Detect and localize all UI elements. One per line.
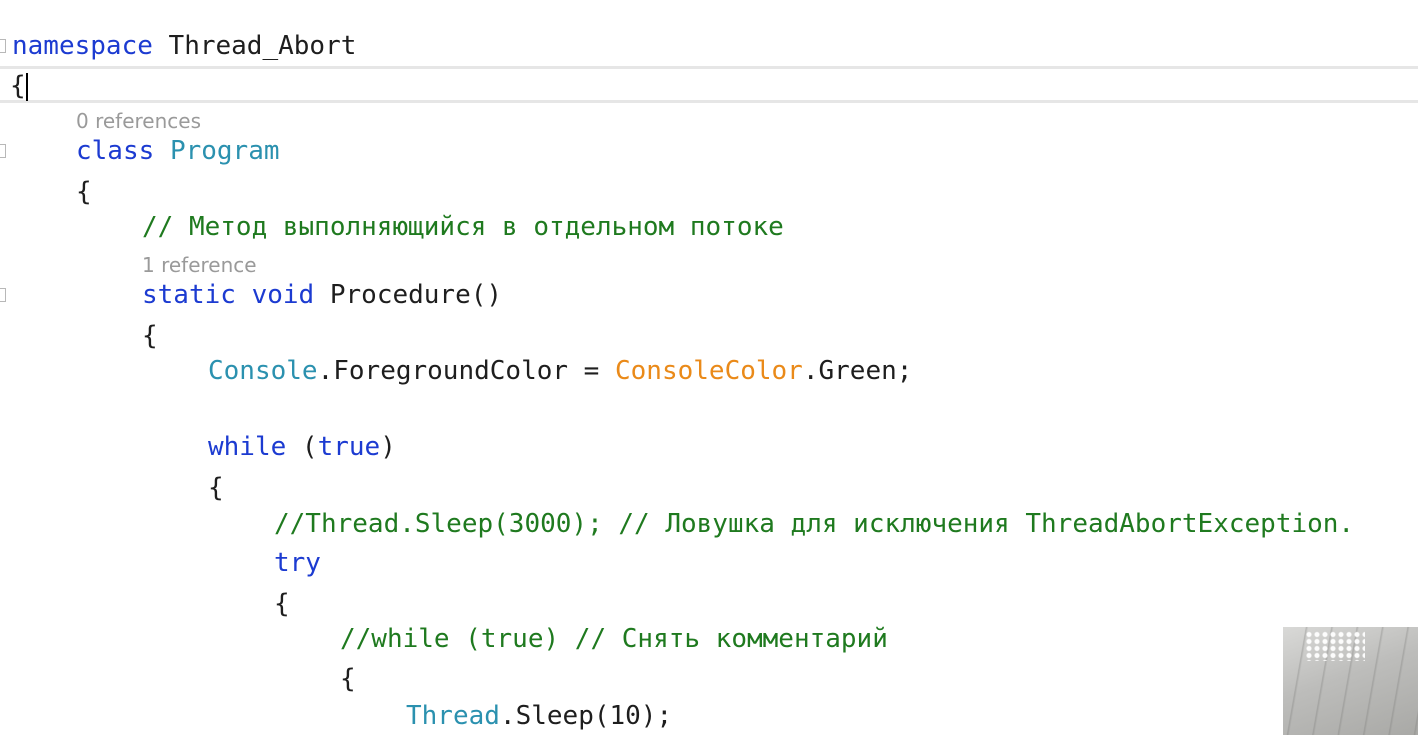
code-token: {	[10, 71, 26, 101]
code-token: // Метод выполняющийся в отдельном поток…	[142, 212, 784, 242]
code-line-console-color[interactable]: Console.ForegroundColor = ConsoleColor.G…	[208, 353, 912, 389]
code-line-open-brace-namespace[interactable]: {	[10, 68, 26, 104]
code-line-while[interactable]: while (true)	[208, 429, 396, 465]
code-token: {	[142, 321, 158, 351]
code-token: Procedure()	[314, 280, 503, 310]
code-token: (	[286, 432, 318, 462]
code-token: namespace	[12, 31, 153, 61]
code-token: while	[208, 432, 287, 462]
code-token: ConsoleColor	[615, 356, 803, 386]
code-line-open-brace-while[interactable]: {	[208, 470, 224, 506]
current-line-highlight	[0, 66, 1418, 103]
webcam-ceiling-light	[1305, 631, 1365, 661]
code-line-open-brace-method[interactable]: {	[142, 318, 158, 354]
code-token: void	[251, 280, 315, 310]
code-line-namespace[interactable]: namespace Thread_Abort	[12, 28, 356, 64]
code-token: .ForegroundColor =	[317, 356, 615, 386]
code-line-class[interactable]: class Program	[76, 133, 280, 169]
code-token: try	[274, 548, 321, 578]
outline-collapse-marker-method[interactable]	[0, 288, 6, 302]
code-line-open-brace-class[interactable]: {	[76, 174, 92, 210]
code-line-open-brace-try[interactable]: {	[274, 586, 290, 622]
code-token: true	[317, 432, 381, 462]
code-token: //Thread.Sleep(3000); // Ловушка для иск…	[274, 509, 1355, 539]
code-line-method-signature[interactable]: static void Procedure()	[142, 277, 502, 313]
code-line-try[interactable]: try	[274, 545, 321, 581]
codelens-method-references[interactable]: 1 reference	[142, 253, 257, 277]
code-token: Thread_Abort	[152, 31, 357, 61]
text-caret	[26, 73, 28, 101]
code-token: {	[208, 473, 224, 503]
code-line-comment-while[interactable]: //while (true) // Снять комментарий	[340, 621, 888, 657]
code-line-thread-sleep[interactable]: Thread.Sleep(10);	[406, 698, 672, 734]
webcam-overlay	[1283, 627, 1418, 735]
code-line-comment-sleep[interactable]: //Thread.Sleep(3000); // Ловушка для иск…	[274, 506, 1354, 542]
code-token: .Green;	[802, 356, 913, 386]
code-token: {	[340, 664, 356, 694]
code-token: static	[142, 280, 236, 310]
code-token: .Sleep(10);	[499, 701, 673, 731]
code-token: )	[380, 432, 396, 462]
code-token: Program	[169, 136, 280, 166]
code-token: {	[274, 589, 290, 619]
code-token: class	[76, 136, 155, 166]
code-editor[interactable]: namespace Thread_Abort { 0 references cl…	[0, 0, 1418, 735]
code-token: {	[76, 177, 92, 207]
code-token: //while (true) // Снять комментарий	[340, 624, 888, 654]
outline-collapse-marker-namespace[interactable]	[0, 39, 6, 53]
code-token: Thread	[406, 701, 500, 731]
code-line-comment-method[interactable]: // Метод выполняющийся в отдельном поток…	[142, 209, 784, 245]
code-token: Console	[208, 356, 318, 386]
code-line-open-brace-inner[interactable]: {	[340, 661, 356, 697]
codelens-class-references[interactable]: 0 references	[76, 109, 201, 133]
outline-collapse-marker-class[interactable]	[0, 144, 6, 158]
